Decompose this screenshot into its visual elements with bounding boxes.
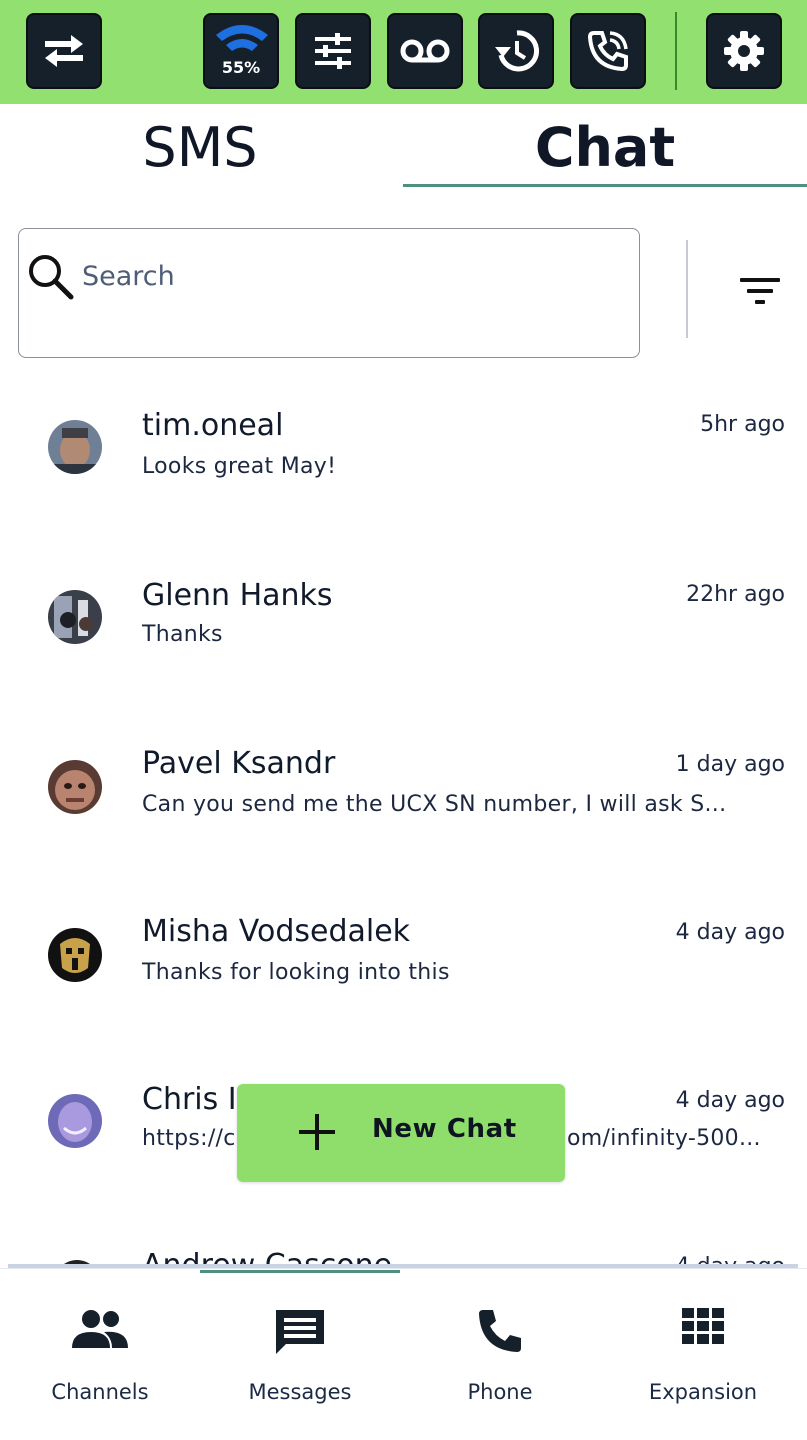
avatar bbox=[48, 420, 102, 474]
chat-time: 1 day ago bbox=[675, 752, 785, 777]
chat-preview: Can you send me the UCX SN number, I wil… bbox=[142, 792, 727, 817]
chat-item-partial[interactable]: Andrew Cascone 4 day ago bbox=[0, 1232, 807, 1268]
people-icon bbox=[72, 1310, 128, 1348]
filter-button[interactable] bbox=[736, 270, 784, 310]
phone-in-talk-icon bbox=[587, 31, 628, 72]
chat-item[interactable]: Pavel Ksandr 1 day ago Can you send me t… bbox=[0, 740, 807, 880]
chat-preview-tail: om/infinity-500... bbox=[567, 1126, 761, 1151]
active-tab-indicator bbox=[403, 184, 807, 187]
signal-button[interactable]: 55% bbox=[203, 13, 279, 89]
plus-icon bbox=[299, 1114, 335, 1150]
nav-messages[interactable]: Messages bbox=[200, 1288, 400, 1418]
new-chat-button[interactable]: New Chat bbox=[237, 1084, 565, 1182]
filter-icon bbox=[740, 278, 780, 304]
voicemail-icon bbox=[400, 39, 450, 63]
wifi-signal-icon bbox=[216, 25, 268, 51]
new-chat-label: New Chat bbox=[372, 1114, 517, 1144]
nav-phone[interactable]: Phone bbox=[400, 1288, 600, 1418]
chat-item[interactable]: Glenn Hanks 22hr ago Thanks bbox=[0, 570, 807, 710]
chat-name: Chris I bbox=[142, 1082, 237, 1117]
top-toolbar: 55% bbox=[0, 0, 807, 104]
avatar bbox=[48, 760, 102, 814]
chat-time: 22hr ago bbox=[686, 582, 785, 607]
avatar bbox=[48, 590, 102, 644]
signal-percent: 55% bbox=[221, 58, 261, 77]
tab-sms[interactable]: SMS bbox=[0, 104, 400, 190]
gear-icon bbox=[724, 31, 764, 71]
nav-divider bbox=[8, 1264, 798, 1268]
history-icon bbox=[495, 30, 539, 72]
tab-bar: SMS Chat bbox=[0, 104, 807, 190]
sliders-icon bbox=[315, 33, 351, 69]
chat-name: tim.oneal bbox=[142, 408, 284, 443]
swap-arrows-icon bbox=[45, 35, 83, 67]
nav-label: Expansion bbox=[648, 1380, 758, 1404]
nav-expansion[interactable]: Expansion bbox=[603, 1288, 803, 1418]
swap-button[interactable] bbox=[26, 13, 102, 89]
chat-name: Pavel Ksandr bbox=[142, 746, 336, 781]
grid-icon bbox=[682, 1308, 724, 1344]
avatar bbox=[48, 1094, 102, 1148]
voicemail-button[interactable] bbox=[387, 13, 463, 89]
nav-label: Phone bbox=[467, 1380, 533, 1404]
toolbar-divider bbox=[675, 12, 677, 90]
chat-time: 4 day ago bbox=[675, 1088, 785, 1113]
call-button[interactable] bbox=[570, 13, 646, 89]
search-icon bbox=[29, 255, 74, 300]
chat-item[interactable]: tim.oneal 5hr ago Looks great May! bbox=[0, 400, 807, 540]
nav-active-indicator bbox=[200, 1270, 400, 1273]
chat-preview: Thanks bbox=[142, 622, 223, 647]
chat-preview: Thanks for looking into this bbox=[142, 960, 450, 985]
chat-name: Glenn Hanks bbox=[142, 578, 333, 613]
chat-item[interactable]: Misha Vodsedalek 4 day ago Thanks for lo… bbox=[0, 908, 807, 1048]
chat-name: Misha Vodsedalek bbox=[142, 914, 411, 949]
chat-preview: Looks great May! bbox=[142, 454, 337, 479]
equalizer-button[interactable] bbox=[295, 13, 371, 89]
chat-time: 4 day ago bbox=[675, 920, 785, 945]
settings-button[interactable] bbox=[706, 13, 782, 89]
avatar bbox=[48, 928, 102, 982]
chat-time: 5hr ago bbox=[700, 412, 785, 437]
history-button[interactable] bbox=[478, 13, 554, 89]
nav-channels[interactable]: Channels bbox=[0, 1288, 200, 1418]
search-input[interactable] bbox=[82, 254, 622, 298]
search-divider bbox=[686, 240, 688, 338]
message-icon bbox=[276, 1310, 324, 1354]
chat-preview: https://c bbox=[142, 1126, 236, 1151]
nav-label: Messages bbox=[248, 1380, 352, 1404]
nav-label: Channels bbox=[51, 1380, 149, 1404]
tab-chat[interactable]: Chat bbox=[403, 104, 807, 190]
phone-icon bbox=[479, 1310, 521, 1352]
